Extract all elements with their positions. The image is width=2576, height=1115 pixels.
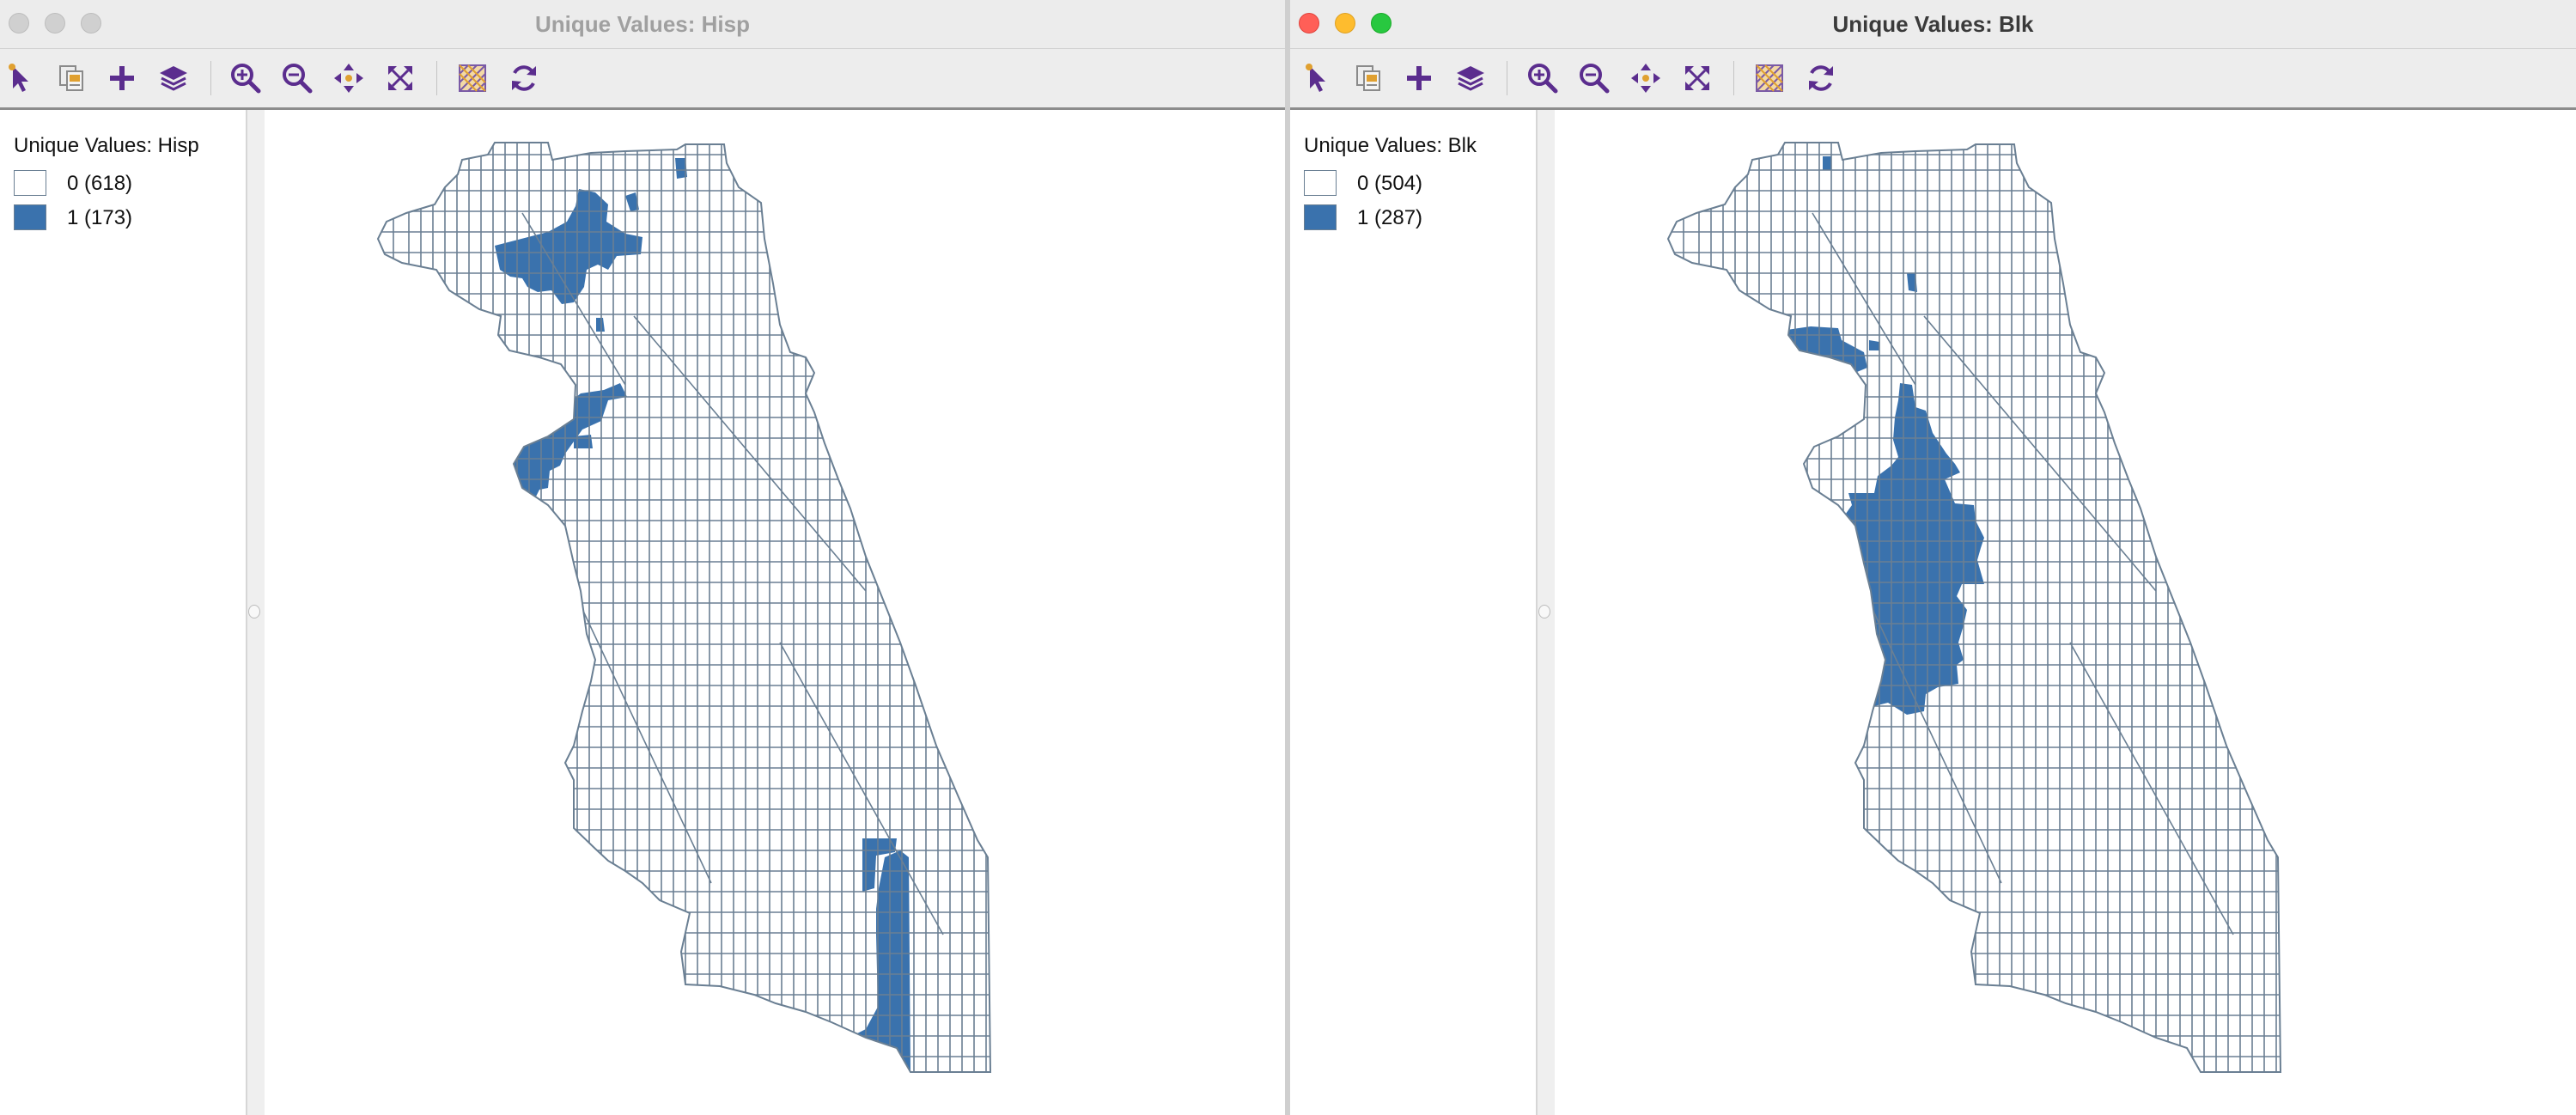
refresh-icon[interactable]	[1804, 61, 1838, 95]
select-arrow-icon[interactable]	[5, 61, 40, 95]
selected-tract-region[interactable]	[440, 603, 459, 613]
zoom-out-icon[interactable]	[1577, 61, 1611, 95]
legend-title: Unique Values: Blk	[1304, 134, 1477, 157]
layers-icon[interactable]	[1453, 61, 1488, 95]
legend-panel[interactable]: Unique Values: Hisp 0 (618) 1 (173)	[0, 110, 247, 1115]
selected-tract-region[interactable]	[1823, 156, 1831, 170]
map-canvas[interactable]	[1555, 110, 2576, 1115]
toolbar-separator	[210, 61, 211, 95]
window-title: Unique Values: Hisp	[535, 11, 750, 37]
map-window-hisp[interactable]: Unique Values: Hisp Unique Values: Hisp …	[0, 0, 1285, 1115]
zoom-out-icon[interactable]	[280, 61, 314, 95]
selected-tract-region[interactable]	[1809, 417, 1823, 438]
select-arrow-icon[interactable]	[1302, 61, 1337, 95]
map-canvas[interactable]	[265, 110, 1285, 1115]
choropleth-map-blk[interactable]	[1555, 110, 2576, 1115]
title-bar[interactable]: Unique Values: Hisp	[0, 0, 1285, 49]
selected-tract-region[interactable]	[1761, 460, 1768, 472]
legend-item-label: 0 (504)	[1357, 172, 1423, 195]
legend-title: Unique Values: Hisp	[14, 134, 199, 157]
toolbar	[1290, 49, 2576, 110]
toolbar-separator	[1733, 61, 1734, 95]
splitter-handle-icon[interactable]	[248, 605, 260, 618]
selected-tract-region[interactable]	[1761, 526, 1771, 538]
pan-icon[interactable]	[1629, 61, 1663, 95]
copy-image-icon[interactable]	[55, 61, 89, 95]
copy-image-icon[interactable]	[1352, 61, 1386, 95]
toolbar	[0, 49, 1285, 110]
map-options-icon[interactable]	[455, 61, 490, 95]
refresh-icon[interactable]	[507, 61, 541, 95]
choropleth-map-hisp[interactable]	[265, 110, 1285, 1115]
zoom-in-icon[interactable]	[228, 61, 263, 95]
full-extent-icon[interactable]	[1680, 61, 1714, 95]
legend-item-label: 1 (287)	[1357, 206, 1423, 229]
add-layer-icon[interactable]	[105, 61, 139, 95]
selected-tract-region[interactable]	[1869, 340, 1879, 350]
add-layer-icon[interactable]	[1402, 61, 1436, 95]
legend-item-label: 0 (618)	[67, 172, 133, 195]
window-title: Unique Values: Blk	[1832, 11, 2034, 37]
splitter-handle-icon[interactable]	[1538, 605, 1550, 618]
toolbar-separator	[436, 61, 437, 95]
legend-item-label: 1 (173)	[67, 206, 133, 229]
legend-swatch-unselected	[14, 170, 46, 196]
full-extent-icon[interactable]	[383, 61, 417, 95]
layers-icon[interactable]	[156, 61, 191, 95]
selected-tract-region[interactable]	[1823, 545, 1831, 557]
selected-tract-region[interactable]	[454, 471, 471, 483]
pan-icon[interactable]	[332, 61, 366, 95]
legend-swatch-unselected	[1304, 170, 1337, 196]
legend-swatch-selected	[1304, 204, 1337, 230]
legend-panel[interactable]: Unique Values: Blk 0 (504) 1 (287)	[1290, 110, 1538, 1115]
map-window-blk[interactable]: Unique Values: Blk Unique Values: Blk 0 …	[1290, 0, 2576, 1115]
title-bar[interactable]: Unique Values: Blk	[1290, 0, 2576, 49]
legend-swatch-selected	[14, 204, 46, 230]
zoom-in-icon[interactable]	[1526, 61, 1560, 95]
selected-tract-region[interactable]	[447, 519, 469, 534]
map-options-icon[interactable]	[1752, 61, 1787, 95]
